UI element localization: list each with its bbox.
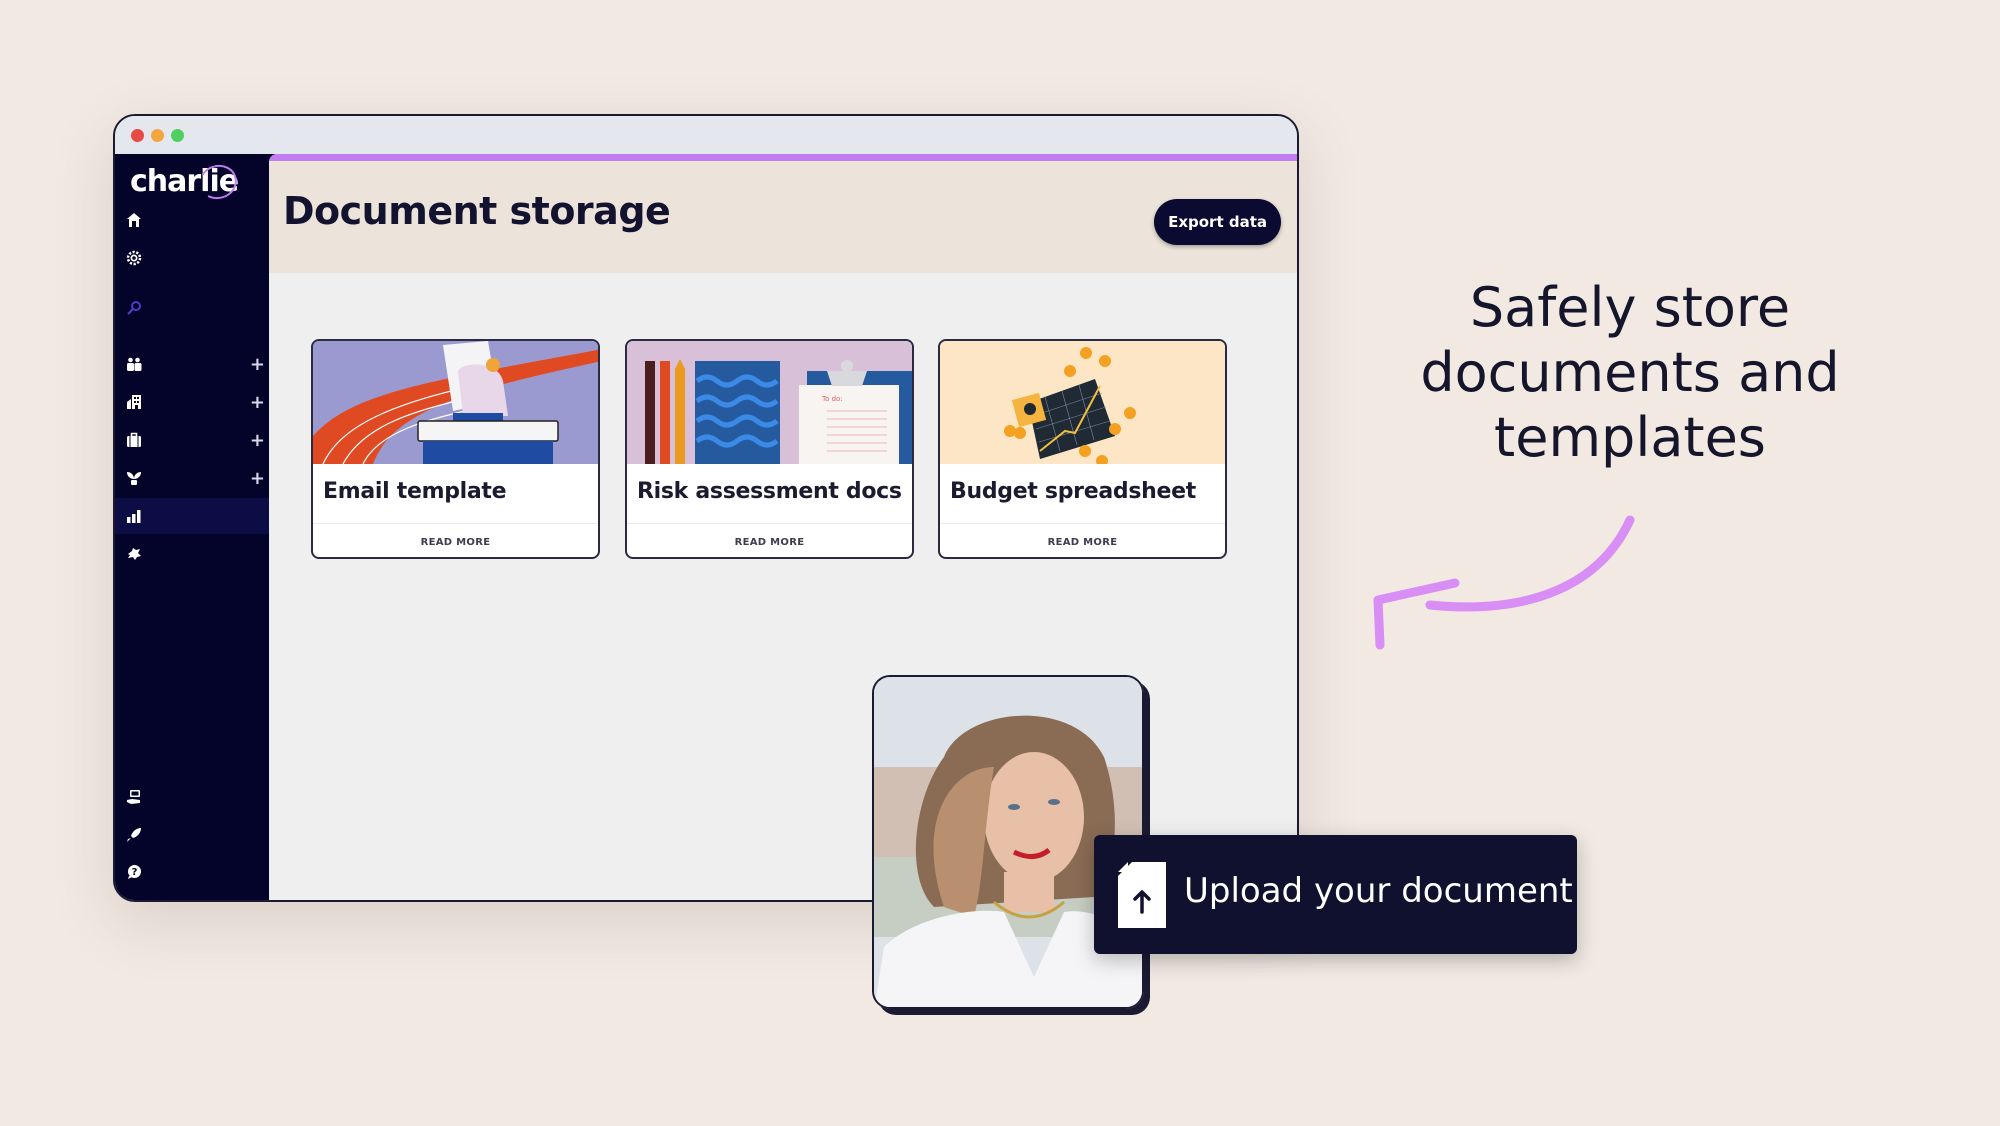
sidebar-item-launch[interactable] xyxy=(115,817,269,853)
file-upload-icon xyxy=(1118,862,1166,928)
home-icon xyxy=(125,211,143,229)
sidebar-item-integrations[interactable] xyxy=(115,536,269,572)
add-people-button[interactable]: + xyxy=(250,354,265,375)
tagline: Safely store documents and templates xyxy=(1390,275,1870,470)
read-more-link[interactable]: READ MORE xyxy=(627,537,912,548)
upload-label: Upload your document xyxy=(1184,871,1573,911)
window-titlebar xyxy=(115,116,1297,154)
read-more-link[interactable]: READ MORE xyxy=(940,537,1225,548)
card-divider xyxy=(627,523,912,524)
budget-spreadsheet-illustration xyxy=(940,341,1225,464)
tagline-line-1: Safely store xyxy=(1469,276,1791,339)
sidebar-item-jobs[interactable]: + xyxy=(115,422,269,458)
card-divider xyxy=(313,523,598,524)
read-more-link[interactable]: READ MORE xyxy=(313,537,598,548)
sidebar-item-onboarding[interactable] xyxy=(115,779,269,815)
sidebar-item-people[interactable]: + xyxy=(115,346,269,382)
upload-document-button[interactable]: Upload your document xyxy=(1094,835,1577,954)
risk-assessment-illustration: To do: xyxy=(627,341,912,464)
sidebar-item-search[interactable] xyxy=(115,290,269,326)
sidebar-item-help[interactable]: ? xyxy=(115,854,269,890)
card-title: Risk assessment docs xyxy=(637,479,902,504)
document-card-email-template[interactable]: Email template READ MORE xyxy=(311,339,600,559)
puzzle-icon xyxy=(125,545,143,563)
card-title: Email template xyxy=(323,479,507,504)
export-data-button[interactable]: Export data xyxy=(1154,199,1281,245)
close-window-button[interactable] xyxy=(131,129,144,142)
minimize-window-button[interactable] xyxy=(151,129,164,142)
building-icon xyxy=(125,393,143,411)
document-card-budget-spreadsheet[interactable]: Budget spreadsheet READ MORE xyxy=(938,339,1227,559)
briefcase-icon xyxy=(125,431,143,449)
email-template-illustration xyxy=(313,341,598,464)
sidebar-item-company[interactable]: + xyxy=(115,384,269,420)
sidebar: charlie + + + + ? xyxy=(115,154,269,900)
plant-icon xyxy=(125,469,143,487)
rocket-icon xyxy=(125,826,143,844)
card-divider xyxy=(940,523,1225,524)
gear-icon xyxy=(125,249,143,267)
search-icon xyxy=(125,299,143,317)
sidebar-item-settings[interactable] xyxy=(115,240,269,276)
add-growth-button[interactable]: + xyxy=(250,468,265,489)
maximize-window-button[interactable] xyxy=(171,129,184,142)
curved-arrow-icon xyxy=(1373,515,1635,650)
sidebar-item-home[interactable] xyxy=(115,202,269,238)
tagline-line-2: documents and xyxy=(1420,341,1840,404)
help-icon: ? xyxy=(125,863,143,881)
accent-bar xyxy=(269,154,1297,161)
page-title: Document storage xyxy=(283,189,671,233)
document-card-risk-assessment[interactable]: To do: Risk assessment docs READ MORE xyxy=(625,339,914,559)
computer-hand-icon xyxy=(125,788,143,806)
clipboard-text: To do: xyxy=(821,395,843,403)
sidebar-item-growth[interactable]: + xyxy=(115,460,269,496)
add-company-button[interactable]: + xyxy=(250,392,265,413)
bar-chart-icon xyxy=(125,507,143,525)
svg-text:?: ? xyxy=(132,867,138,878)
page-header: Document storage Export data xyxy=(269,161,1297,273)
people-icon xyxy=(125,355,143,373)
add-job-button[interactable]: + xyxy=(250,430,265,451)
card-title: Budget spreadsheet xyxy=(950,479,1196,504)
tagline-line-3: templates xyxy=(1494,406,1766,469)
sidebar-item-reports[interactable] xyxy=(115,498,269,534)
